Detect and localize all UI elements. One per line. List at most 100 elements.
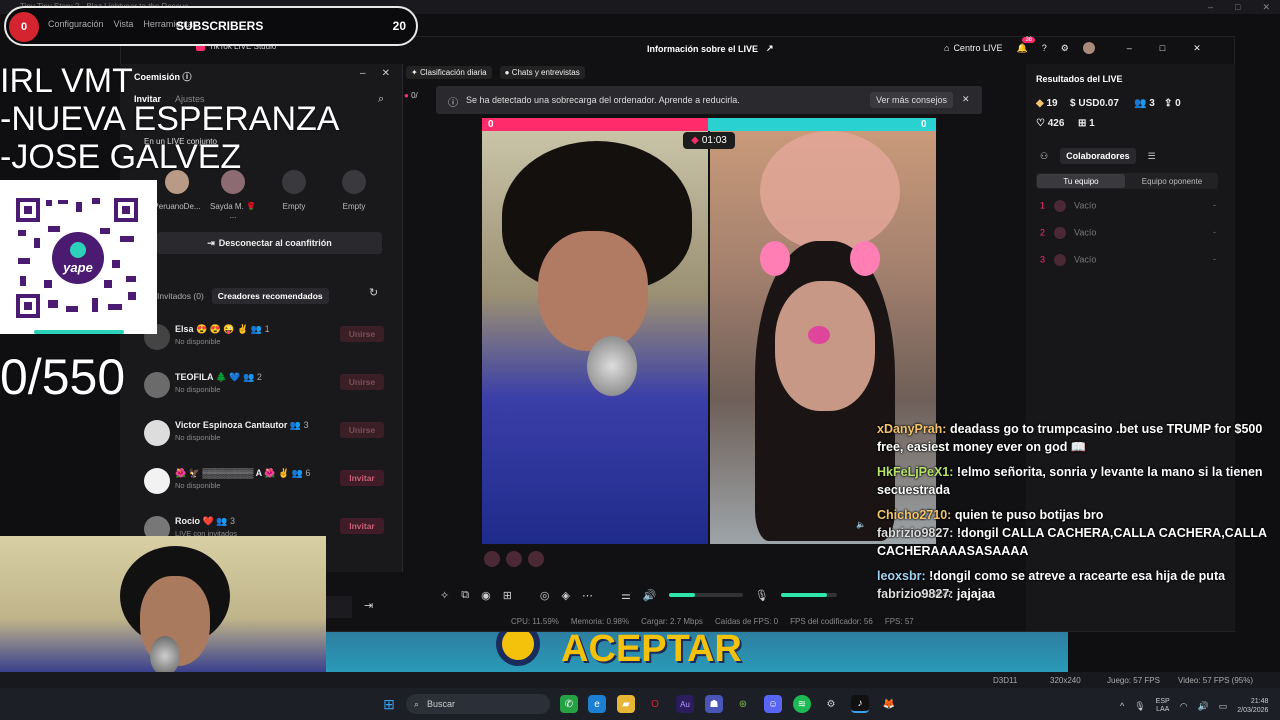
layout-icon[interactable]: ⧉ <box>461 589 469 602</box>
effects-icon[interactable]: ◈ <box>562 589 570 602</box>
gear-icon[interactable]: ⚙ <box>1061 43 1069 54</box>
tab-ranking[interactable]: ✦ Clasificación diaria <box>406 66 492 79</box>
search-icon: ⌕ <box>414 698 420 709</box>
live-center-link[interactable]: ⌂ Centro LIVE <box>944 43 1002 53</box>
chat-text: !dongil como se atreve a racearte esa hi… <box>925 569 1226 583</box>
chat-text: jajajaa <box>953 587 996 601</box>
magic-wand-icon[interactable]: ✧ <box>440 589 449 602</box>
invite-button[interactable]: Invitar <box>340 518 384 534</box>
clock[interactable]: 21:48 2/03/2026 <box>1237 697 1268 715</box>
speaker-icon[interactable]: 🔊 <box>1198 701 1209 712</box>
bell-icon[interactable]: 🔔 36 <box>1016 36 1036 54</box>
adjust-icon[interactable]: ⚌ <box>621 589 631 602</box>
battery-icon[interactable]: ▭ <box>1219 701 1228 712</box>
mic-slider[interactable] <box>780 593 837 597</box>
tab-recommended[interactable]: Creadores recomendados <box>211 288 329 304</box>
game-fps-label: Juego: 57 FPS <box>1107 676 1160 685</box>
accept-banner: ACEPTAR <box>326 632 1068 672</box>
win-minimize-icon[interactable]: – <box>1127 43 1132 53</box>
record-icon[interactable]: ◎ <box>540 589 550 602</box>
invite-button[interactable]: Invitar <box>340 470 384 486</box>
chat-user: fabrizio9827: <box>877 526 954 540</box>
fox-icon[interactable]: 🦊 <box>880 695 898 713</box>
score-right: 0 <box>921 119 927 130</box>
refresh-icon[interactable]: ↻ <box>369 286 378 299</box>
cohost-slot-3[interactable]: Empty <box>269 170 319 211</box>
chat-user: fabrizio9827: <box>877 587 954 601</box>
join-button[interactable]: Unirse <box>340 326 384 342</box>
folder-icon[interactable]: ▰ <box>617 695 635 713</box>
volume-icon[interactable]: 🔊 <box>643 589 657 602</box>
win-close-icon[interactable]: ✕ <box>1193 43 1201 54</box>
menu-config[interactable]: Configuración <box>48 19 104 29</box>
disconnect-cohost-button[interactable]: ⇥ Desconectar al coanfitrión <box>157 232 382 254</box>
cohost-slot-4[interactable]: Empty <box>329 170 379 211</box>
edge-icon[interactable]: e <box>588 695 606 713</box>
info-icon[interactable]: ⓘ <box>183 72 192 82</box>
close-icon[interactable]: ✕ <box>1262 2 1270 13</box>
join-button[interactable]: Unirse <box>340 374 384 390</box>
opera-icon[interactable]: O <box>646 695 664 713</box>
help-icon[interactable]: ? <box>1042 43 1047 53</box>
join-button[interactable]: Unirse <box>340 422 384 438</box>
comment-input[interactable] <box>326 596 352 618</box>
avatar <box>144 420 170 446</box>
my-team-tab[interactable]: Tu equipo <box>1037 174 1125 188</box>
panel-minimize-icon[interactable]: – <box>360 68 366 79</box>
panel-close-icon[interactable]: ✕ <box>382 68 390 79</box>
avatar[interactable] <box>1082 42 1095 54</box>
creator-name: 🌺 🦅 ▒▒▒▒▒▒▒▒ A 🌺 ✌ <box>175 468 290 478</box>
tab-guests[interactable]: Invitados (0) <box>157 291 204 301</box>
windows-start-icon[interactable]: ⊞ <box>380 695 398 713</box>
lang-code: ESP <box>1155 698 1170 705</box>
tab-chats[interactable]: ● Chats y entrevistas <box>499 66 585 79</box>
list-item[interactable]: Victor Espinoza Cantautor 👥 3 No disponi… <box>144 416 384 456</box>
taskbar-search[interactable]: ⌕ Buscar <box>406 694 550 714</box>
chevron-up-icon[interactable]: ^ <box>1120 701 1124 711</box>
memory-stat: Memoria: 0.98% <box>570 617 630 626</box>
user-add-icon[interactable]: ⚇ <box>1040 151 1048 162</box>
more-icon[interactable]: ⋯ <box>582 589 593 602</box>
overlay-line-3: -JOSE GALVEZ <box>0 138 242 176</box>
tab-collaborators[interactable]: Colaboradores <box>1060 148 1136 164</box>
steam-icon[interactable]: ⚙ <box>822 695 840 713</box>
spotify-icon[interactable]: ≋ <box>793 695 811 713</box>
win-maximize-icon[interactable]: □ <box>1160 43 1165 53</box>
language-switch[interactable]: ESP LAA <box>1156 698 1170 714</box>
host-face <box>538 231 648 351</box>
mute-icon[interactable]: 🔈 <box>856 520 866 529</box>
send-icon[interactable]: ⇥ <box>364 599 373 612</box>
share-icon[interactable]: ↗ <box>766 43 774 54</box>
maximize-icon[interactable]: □ <box>1235 2 1240 13</box>
menu-view[interactable]: Vista <box>114 19 134 29</box>
minimize-icon[interactable]: – <box>1208 2 1213 13</box>
add-source-icon[interactable]: ⊞ <box>503 589 512 602</box>
search-icon[interactable]: ⌕ <box>378 93 384 106</box>
cohost-slot-2[interactable]: Sayda M. 🌹 ... <box>208 170 258 220</box>
teams-icon[interactable]: ☗ <box>705 695 723 713</box>
notif-badge: 36 <box>1022 36 1036 43</box>
qr-accent-bar <box>34 330 124 334</box>
list-item[interactable]: 🌺 🦅 ▒▒▒▒▒▒▒▒ A 🌺 ✌ 👥 6 No disponible Inv… <box>144 464 384 504</box>
audition-icon[interactable]: Au <box>676 695 694 713</box>
dropped-fps-stat: Caídas de FPS: 0 <box>714 617 779 626</box>
whatsapp-icon[interactable]: ✆ <box>560 695 578 713</box>
volume-slider[interactable] <box>668 593 743 597</box>
creator-count: 3 <box>229 516 235 526</box>
xbox-icon[interactable]: ⊛ <box>734 695 752 713</box>
tiktok-icon[interactable]: ♪ <box>851 695 869 713</box>
list-item[interactable]: TEOFILA 🌲 💙 👥 2 No disponible Unirse <box>144 368 384 408</box>
list-item[interactable]: Elsa 😍 😍 😜 ✌ 👥 1 No disponible Unirse <box>144 320 384 360</box>
likes-value: 426 <box>1047 118 1065 129</box>
list-icon[interactable]: ☰ <box>1148 151 1156 162</box>
opponent-team-tab[interactable]: Equipo oponente <box>1128 174 1216 188</box>
notice-close-icon[interactable]: ✕ <box>962 94 970 105</box>
wifi-icon[interactable]: ◠ <box>1180 701 1188 712</box>
discord-icon[interactable]: ☺ <box>764 695 782 713</box>
sticker-icon[interactable]: ◉ <box>481 589 491 602</box>
more-tips-button[interactable]: Ver más consejos <box>870 92 954 108</box>
live-info-label[interactable]: Información sobre el LIVE <box>647 44 758 54</box>
mic-icon[interactable]: 🎙 <box>755 589 769 602</box>
mic-tray-icon[interactable]: 🎙 <box>1134 701 1145 712</box>
live-info-header[interactable]: Información sobre el LIVE ↗ <box>647 43 774 54</box>
